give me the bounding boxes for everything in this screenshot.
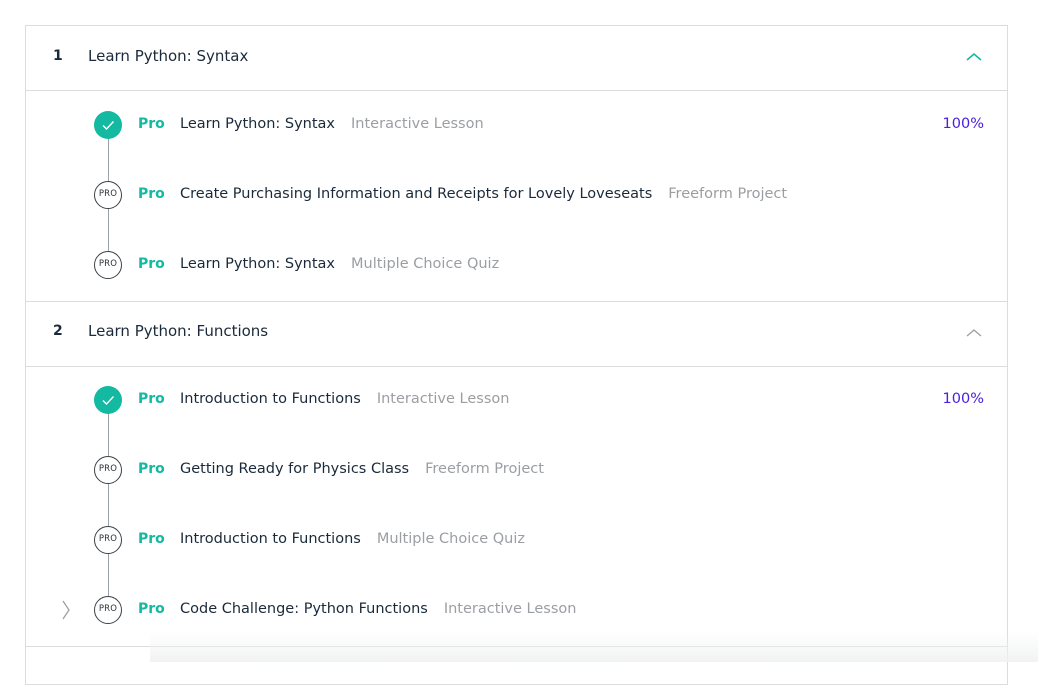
item-kind: Interactive Lesson <box>443 601 577 617</box>
item-kind: Interactive Lesson <box>351 116 484 132</box>
list-item[interactable]: PRO Pro Code Challenge: Python Functions… <box>26 590 1007 630</box>
chevron-up-icon[interactable] <box>966 327 982 339</box>
item-title[interactable]: Code Challenge: Python Functions Interact… <box>180 601 576 617</box>
section-number: 2 <box>53 323 63 339</box>
item-kind: Multiple Choice Quiz <box>376 531 525 547</box>
list-item[interactable]: Pro Learn Python: Syntax Interactive Less… <box>26 105 1007 145</box>
pro-lock-icon: PRO <box>94 456 122 484</box>
progress-percent: 100% <box>942 116 984 132</box>
pro-badge: Pro <box>138 461 165 477</box>
section-divider <box>26 646 1007 647</box>
section-title[interactable]: Learn Python: Syntax <box>88 47 248 65</box>
item-title[interactable]: Learn Python: Syntax Interactive Lesson <box>180 116 484 132</box>
pro-badge: Pro <box>138 531 165 547</box>
pro-lock-icon: PRO <box>94 251 122 279</box>
list-item[interactable]: Pro Introduction to Functions Interactive… <box>26 380 1007 420</box>
timeline-line <box>108 401 109 611</box>
item-title[interactable]: Getting Ready for Physics Class Freeform … <box>180 461 544 477</box>
list-item[interactable]: PRO Pro Introduction to Functions Multipl… <box>26 520 1007 560</box>
section-title[interactable]: Learn Python: Functions <box>88 322 268 340</box>
pro-badge: Pro <box>138 186 165 202</box>
chevron-right-icon[interactable] <box>61 600 71 620</box>
list-item[interactable]: PRO Pro Create Purchasing Information an… <box>26 175 1007 215</box>
list-item[interactable]: PRO Pro Getting Ready for Physics Class F… <box>26 450 1007 490</box>
item-kind: Multiple Choice Quiz <box>351 256 500 272</box>
section-header-1[interactable]: 1 Learn Python: Syntax <box>26 26 1007 91</box>
section-header-2[interactable]: 2 Learn Python: Functions <box>26 301 1007 367</box>
list-item[interactable]: PRO Pro Learn Python: Syntax Multiple Cho… <box>26 245 1007 285</box>
pro-lock-icon: PRO <box>94 181 122 209</box>
item-kind: Freeform Project <box>425 461 544 477</box>
check-circle-icon <box>94 111 122 139</box>
pro-lock-icon: PRO <box>94 596 122 624</box>
pro-badge: Pro <box>138 391 165 407</box>
section-number: 1 <box>53 48 63 64</box>
check-circle-icon <box>94 386 122 414</box>
pro-badge: Pro <box>138 601 165 617</box>
item-title[interactable]: Introduction to Functions Multiple Choice… <box>180 531 525 547</box>
pro-lock-icon: PRO <box>94 526 122 554</box>
item-title[interactable]: Create Purchasing Information and Receip… <box>180 186 787 202</box>
item-kind: Freeform Project <box>668 186 788 202</box>
progress-percent: 100% <box>942 391 984 407</box>
item-title[interactable]: Learn Python: Syntax Multiple Choice Quiz <box>180 256 499 272</box>
item-kind: Interactive Lesson <box>376 391 510 407</box>
pro-badge: Pro <box>138 116 165 132</box>
item-title[interactable]: Introduction to Functions Interactive Les… <box>180 391 509 407</box>
chevron-up-icon[interactable] <box>966 51 982 63</box>
syllabus-card: 1 Learn Python: Syntax Pro Learn Python:… <box>25 25 1008 685</box>
pro-badge: Pro <box>138 256 165 272</box>
